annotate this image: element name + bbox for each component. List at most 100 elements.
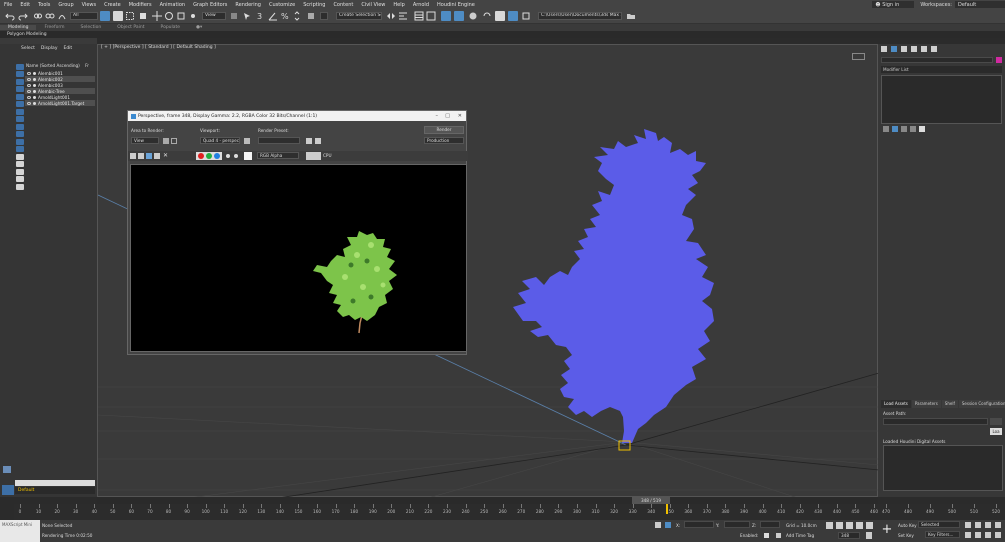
viewport-label[interactable]: [ + ] [Perspective ] [ Standard ] [ Defa… <box>101 45 216 50</box>
select-object-icon[interactable] <box>100 11 110 21</box>
play-icon[interactable] <box>846 522 853 529</box>
reference-coord-select[interactable]: View <box>202 12 226 20</box>
layer-select[interactable]: Default <box>15 487 95 494</box>
bind-space-warp-icon[interactable] <box>57 11 67 21</box>
remove-modifier-icon[interactable] <box>910 126 916 132</box>
filter-spacewarps-icon[interactable] <box>16 101 24 107</box>
browse-button[interactable] <box>990 418 1002 425</box>
zoom-extents-icon[interactable] <box>985 522 991 528</box>
layer-icon[interactable] <box>2 485 14 495</box>
time-tag-icon[interactable] <box>776 533 781 538</box>
tree-silhouette[interactable] <box>513 129 714 443</box>
zoom-all-icon[interactable] <box>975 522 981 528</box>
render-iterative-icon[interactable] <box>521 11 531 21</box>
green-channel-icon[interactable] <box>206 153 212 159</box>
object-color-swatch[interactable] <box>996 57 1002 63</box>
maximize-icon[interactable]: □ <box>445 113 450 119</box>
maximize-viewport-icon[interactable] <box>995 532 1001 538</box>
mono-icon[interactable] <box>234 154 238 158</box>
percent-snap-icon[interactable]: % <box>280 11 290 21</box>
load-button[interactable]: Loa <box>990 428 1002 435</box>
named-selection-drop[interactable] <box>320 12 328 20</box>
align-icon[interactable] <box>398 11 408 21</box>
menu-graph-editors[interactable]: Graph Editors <box>189 2 231 8</box>
display-tab-icon[interactable] <box>921 46 927 52</box>
eye-icon[interactable] <box>27 83 31 87</box>
tab-selection[interactable]: Selection <box>73 25 110 30</box>
next-frame-icon[interactable] <box>856 522 863 529</box>
motion-tab-icon[interactable] <box>911 46 917 52</box>
filter-shapes-icon[interactable] <box>16 71 24 77</box>
orbit-icon[interactable] <box>985 532 991 538</box>
undo-icon[interactable] <box>5 11 15 21</box>
menu-create[interactable]: Create <box>100 2 125 8</box>
eye-icon[interactable] <box>27 95 31 99</box>
link-icon[interactable] <box>33 11 43 21</box>
render-setup-icon[interactable] <box>482 11 492 21</box>
menu-scripting[interactable]: Scripting <box>299 2 329 8</box>
eye-icon[interactable] <box>27 71 31 75</box>
key-filters-button[interactable]: Key Filters... <box>925 531 960 538</box>
environment-icon[interactable] <box>315 138 321 144</box>
tab-shelf[interactable]: Shelf <box>941 400 958 408</box>
render-production-icon[interactable] <box>508 11 518 21</box>
tab-load-assets[interactable]: Load Assets <box>881 400 911 408</box>
fov-icon[interactable] <box>965 532 971 538</box>
maxscript-listener[interactable]: MAXScript Mini <box>0 520 40 542</box>
add-time-tag[interactable]: Add Time Tag <box>786 533 814 538</box>
tab-edit[interactable]: Edit <box>63 46 72 51</box>
select-manipulate-icon[interactable] <box>242 11 252 21</box>
tab-modeling[interactable]: Modeling <box>0 25 37 30</box>
time-slider-thumb[interactable]: 348 / 519 <box>632 497 670 504</box>
filter-bones-icon[interactable] <box>16 123 24 130</box>
production-select[interactable]: Production <box>424 137 464 144</box>
eye-icon[interactable] <box>27 77 31 81</box>
filter-geometry-icon[interactable] <box>16 63 24 70</box>
blue-channel-icon[interactable] <box>214 153 220 159</box>
toggle-ui-icon[interactable] <box>306 152 321 160</box>
go-to-end-icon[interactable] <box>866 522 873 529</box>
curve-editor-icon[interactable] <box>441 11 451 21</box>
scene-list-header[interactable]: Name (Sorted Ascending) Fr <box>25 63 97 69</box>
find-icon[interactable] <box>16 176 24 182</box>
redo-icon[interactable] <box>18 11 28 21</box>
clear-icon[interactable]: ✕ <box>163 152 169 160</box>
create-selection-set[interactable]: Create Selection Se <box>336 12 382 20</box>
save-image-icon[interactable] <box>130 153 136 159</box>
menu-content[interactable]: Content <box>329 2 357 8</box>
viewport-select[interactable]: Quad 4 - perspec <box>200 137 240 144</box>
move-icon[interactable] <box>152 11 162 21</box>
selection-lock-icon[interactable] <box>665 522 671 528</box>
prev-frame-icon[interactable] <box>836 522 843 529</box>
selection-filter[interactable]: All <box>70 12 98 20</box>
angle-snap-icon[interactable] <box>268 11 278 21</box>
ribbon-options-icon[interactable]: ●▾ <box>188 25 210 30</box>
object-name-field[interactable] <box>881 57 993 63</box>
menu-modifiers[interactable]: Modifiers <box>125 2 156 8</box>
zoom-extents-all-icon[interactable] <box>995 522 1001 528</box>
z-coordinate-field[interactable] <box>760 521 780 528</box>
layer-explorer-icon[interactable] <box>414 11 424 21</box>
swatch-icon[interactable] <box>244 152 252 160</box>
rendered-image[interactable] <box>130 164 467 352</box>
filter-frozen-icon[interactable] <box>16 138 24 145</box>
filter-cameras-icon[interactable] <box>16 86 24 92</box>
material-editor-icon[interactable] <box>468 11 478 21</box>
pan-icon[interactable] <box>975 532 981 538</box>
y-coordinate-field[interactable] <box>724 521 750 528</box>
tab-freeform[interactable]: Freeform <box>36 25 72 30</box>
close-icon[interactable]: ✕ <box>458 113 462 119</box>
x-coordinate-field[interactable] <box>684 521 714 528</box>
current-frame-marker[interactable] <box>666 504 669 514</box>
time-slider[interactable]: 348 / 519 <box>97 497 878 504</box>
isolate-icon[interactable] <box>655 522 661 528</box>
mirror-icon[interactable] <box>386 11 396 21</box>
eye-icon[interactable] <box>27 89 31 93</box>
adaptive-degradation-icon[interactable] <box>764 533 769 538</box>
filter-all-icon[interactable] <box>16 153 24 160</box>
red-channel-icon[interactable] <box>198 153 204 159</box>
menu-help[interactable]: Help <box>389 2 408 8</box>
explorer-scrollbar[interactable] <box>15 480 95 486</box>
viewcube[interactable] <box>852 53 865 60</box>
configure-sets-icon[interactable] <box>919 126 925 132</box>
